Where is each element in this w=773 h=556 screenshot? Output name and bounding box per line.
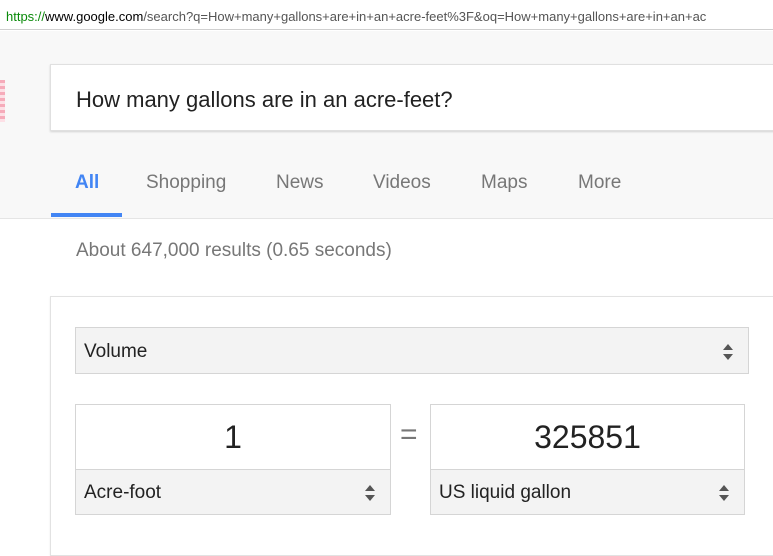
logo-fragment xyxy=(0,80,5,122)
tab-maps[interactable]: Maps xyxy=(481,172,527,194)
equals-sign: = xyxy=(400,418,418,451)
search-input[interactable]: How many gallons are in an acre-feet? xyxy=(76,87,453,113)
url-path: /search?q=How+many+gallons+are+in+an+acr… xyxy=(143,9,707,24)
tab-videos[interactable]: Videos xyxy=(373,172,431,194)
url-scheme: https:// xyxy=(6,9,46,24)
to-value-input[interactable]: 325851 xyxy=(430,404,745,470)
tab-more[interactable]: More xyxy=(578,172,621,194)
to-unit-select[interactable]: US liquid gallon xyxy=(430,469,745,515)
from-unit-label: Acre-foot xyxy=(84,482,162,503)
to-unit-label: US liquid gallon xyxy=(439,482,572,503)
select-arrows-icon xyxy=(718,484,730,502)
tab-news[interactable]: News xyxy=(276,172,324,194)
category-select-label: Volume xyxy=(84,341,148,362)
address-bar[interactable]: https://www.google.com/search?q=How+many… xyxy=(0,0,773,30)
url-host: www.google.com xyxy=(45,9,144,24)
active-tab-indicator xyxy=(51,213,122,217)
select-arrows-icon xyxy=(722,343,734,361)
from-unit-select[interactable]: Acre-foot xyxy=(75,469,391,515)
tab-shopping[interactable]: Shopping xyxy=(146,172,226,194)
tab-all[interactable]: All xyxy=(75,172,99,194)
search-box[interactable]: How many gallons are in an acre-feet? xyxy=(50,64,773,131)
from-value-input[interactable]: 1 xyxy=(75,404,391,470)
category-select[interactable]: Volume xyxy=(75,327,749,374)
results-stats: About 647,000 results (0.65 seconds) xyxy=(76,240,392,261)
url-text[interactable]: https://www.google.com/search?q=How+many… xyxy=(6,9,706,24)
select-arrows-icon xyxy=(364,484,376,502)
